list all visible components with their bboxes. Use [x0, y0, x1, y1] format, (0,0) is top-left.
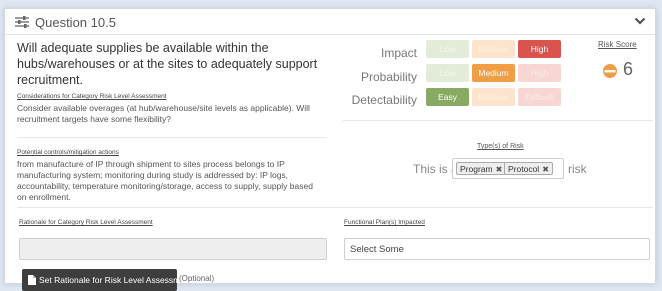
rationale-label: Rationale for Category Risk Level Assess…	[19, 219, 153, 226]
question-card: Question 10.5 Will adequate supplies be …	[4, 8, 656, 291]
detectability-difficult-option[interactable]: Difficult	[518, 88, 561, 106]
question-title: Question 10.5	[35, 15, 116, 30]
risk-score-value: 6	[623, 59, 634, 79]
remove-tag-icon[interactable]: ✖	[496, 165, 503, 174]
probability-medium-option[interactable]: Medium	[472, 64, 515, 82]
impact-medium-option[interactable]: Medium	[472, 40, 515, 58]
tag-label: Protocol	[508, 164, 540, 174]
type-of-risk-suffix: risk	[568, 162, 587, 176]
functional-plans-placeholder: Select Some	[350, 244, 404, 255]
functional-plans-select[interactable]: Select Some	[344, 238, 650, 260]
right-divider	[343, 120, 653, 121]
considerations-label: Considerations for Category Risk Level A…	[17, 93, 167, 100]
sliders-icon	[15, 16, 29, 28]
chevron-down-icon[interactable]	[634, 16, 646, 26]
considerations-text: Consider available overages (at hub/ware…	[17, 103, 310, 124]
remove-tag-icon[interactable]: ✖	[542, 165, 549, 174]
section-divider	[17, 207, 653, 208]
rationale-field[interactable]	[19, 238, 327, 260]
half-circle-orange-icon	[603, 64, 617, 78]
risk-score-label: Risk Score	[598, 40, 637, 49]
controls-label: Potential controls/mitigation actions	[17, 149, 119, 156]
probability-label: Probability	[360, 70, 417, 84]
controls-text: from manufacture of IP through shipment …	[17, 159, 313, 202]
functional-plans-label: Functional Plan(s) Impacted	[344, 219, 425, 226]
optional-note: (Optional)	[179, 274, 215, 283]
detectability-label: Detectability	[351, 93, 417, 107]
impact-low-option[interactable]: Low	[426, 40, 469, 58]
tag-program: Program ✖	[456, 162, 507, 175]
left-divider	[17, 137, 327, 138]
impact-label: Impact	[380, 46, 417, 60]
set-rationale-label: Set Rationale for Risk Level Assessment	[39, 275, 193, 285]
tag-protocol: Protocol ✖	[504, 162, 553, 175]
type-of-risk-prefix: This is a	[413, 162, 458, 176]
detectability-medium-option[interactable]: Medium	[472, 88, 515, 106]
detectability-easy-option[interactable]: Easy	[426, 88, 469, 106]
question-header[interactable]: Question 10.5	[5, 9, 655, 35]
impact-high-option[interactable]: High	[518, 40, 561, 58]
question-text: Will adequate supplies be available with…	[17, 41, 318, 87]
type-of-risk-label: Type(s) of Risk	[477, 143, 524, 150]
tag-label: Program	[460, 164, 493, 174]
type-of-risk-multiselect[interactable]: Program ✖ Protocol ✖	[452, 158, 564, 179]
probability-high-option[interactable]: High	[518, 64, 561, 82]
set-rationale-button[interactable]: Set Rationale for Risk Level Assessment	[22, 269, 192, 291]
probability-low-option[interactable]: Low	[426, 64, 469, 82]
